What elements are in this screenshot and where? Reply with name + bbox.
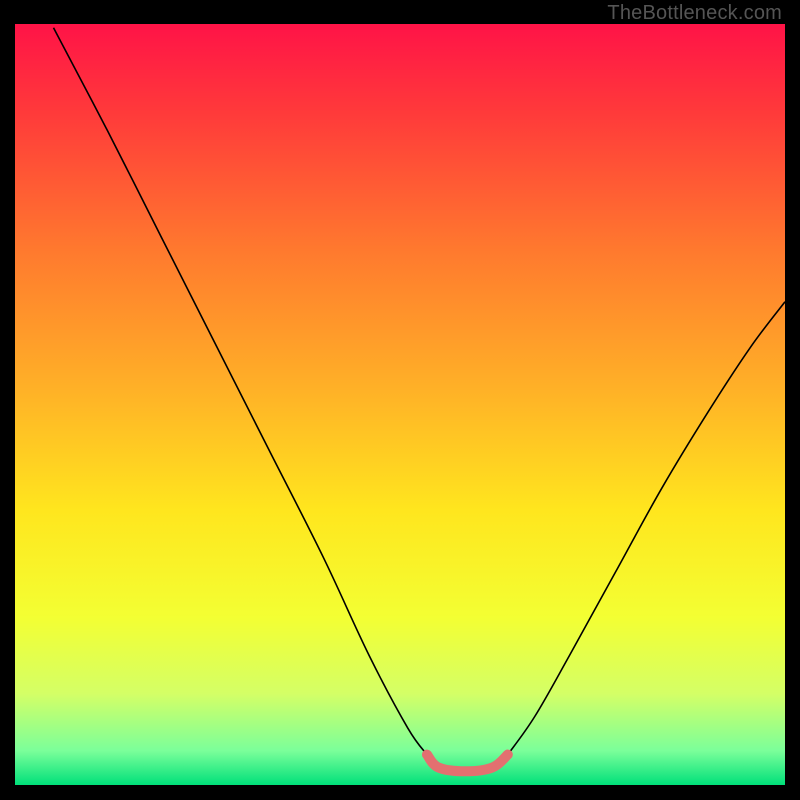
chart-svg [15,24,785,785]
chart-stage: TheBottleneck.com [0,0,800,800]
watermark-text: TheBottleneck.com [607,2,782,25]
gradient-background [15,24,785,785]
plot-area [15,24,785,785]
